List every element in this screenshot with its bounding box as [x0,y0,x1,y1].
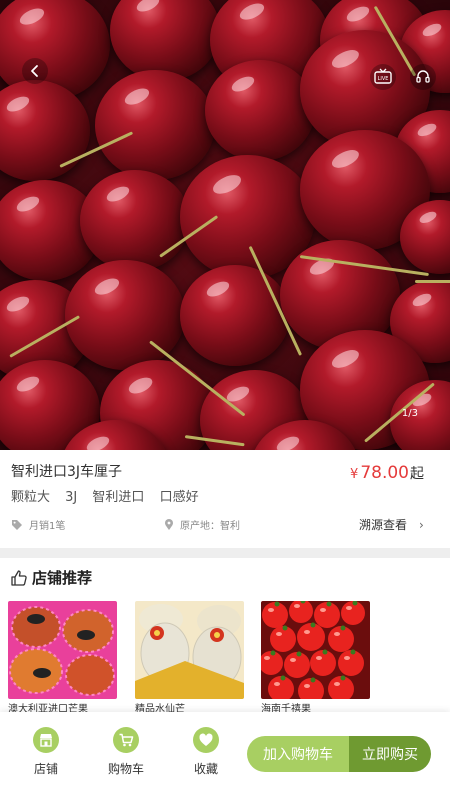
tab-label: 收藏 [193,762,218,776]
section-divider [0,548,450,558]
cherry [95,70,215,181]
sales-info: 月销1笔 [11,517,65,532]
tab-store[interactable]: 店铺 [16,727,76,777]
shop-recommend-header: 店铺推荐 [10,567,92,588]
product-tags: 颗粒大 3J 智利进口 口感好 [11,486,210,505]
product-tag: 智利进口 [92,490,145,505]
live-tv-icon: LIVE [374,68,392,84]
tab-cart[interactable]: 购物车 [96,727,156,777]
chevron-left-icon [31,65,38,77]
meta-row: 月销1笔 原产地：智利 溯源查看 › [0,512,450,540]
cherry [180,265,290,367]
bottom-action-bar: 店铺 购物车 收藏 加入购物车 立即购买 [0,712,450,800]
headset-icon [416,70,430,83]
cherry [80,170,190,272]
live-button[interactable]: LIVE [370,64,396,90]
product-tag: 口感好 [159,490,199,505]
product-title: 智利进口3J车厘子 [11,464,123,480]
mango-image [8,601,117,699]
cherry [205,60,315,162]
product-image-carousel[interactable]: LIVE 1/3 [0,0,450,450]
heart-icon [193,727,219,753]
trace-label: 溯源查看 [359,518,408,532]
price-suffix: 起 [410,466,424,482]
tab-favorite[interactable]: 收藏 [176,727,236,777]
store-icon [33,727,59,753]
section-title: 店铺推荐 [32,569,93,587]
cherry [0,80,90,182]
sales-count: 月销1笔 [29,521,66,532]
chevron-right-icon: › [419,517,424,532]
origin-info: 原产地：智利 [164,517,240,532]
recommend-item[interactable]: 精品水仙芒 [135,601,244,715]
tab-label: 店铺 [33,762,58,776]
image-counter: 1/3 [401,408,418,419]
cherry [110,0,220,82]
thumbs-up-icon [11,569,27,586]
tag-icon [12,519,22,530]
product-tag: 颗粒大 [11,490,51,505]
price-value: 78.00 [360,463,409,483]
cherry-stem [415,280,450,283]
customer-service-button[interactable] [410,64,436,90]
back-button[interactable] [22,58,48,84]
recommend-item[interactable]: 澳大利亚进口芒果 [8,601,117,715]
narcissus-mango-image [135,601,244,699]
svg-text:LIVE: LIVE [378,76,389,82]
product-info: 智利进口3J车厘子 ¥78.00起 颗粒大 3J 智利进口 口感好 月销1笔 原… [0,450,450,548]
tab-label: 购物车 [107,762,144,776]
product-price: ¥78.00起 [350,463,424,483]
buy-now-button[interactable]: 立即购买 [349,736,431,772]
currency-symbol: ¥ [350,467,359,482]
cart-icon [113,727,139,753]
trace-link[interactable]: 溯源查看 › [359,516,424,533]
origin-text: 原产地：智利 [180,521,240,532]
recommend-item[interactable]: 海南千禧果 [261,601,370,715]
location-pin-icon [165,518,173,530]
purchase-button-group: 加入购物车 立即购买 [247,736,431,772]
recommend-list: 澳大利亚进口芒果 精品水仙芒 海南千禧果 [8,601,448,715]
add-to-cart-button[interactable]: 加入购物车 [247,736,349,772]
cherry-tomato-image [261,601,370,699]
product-tag: 3J [65,490,78,505]
